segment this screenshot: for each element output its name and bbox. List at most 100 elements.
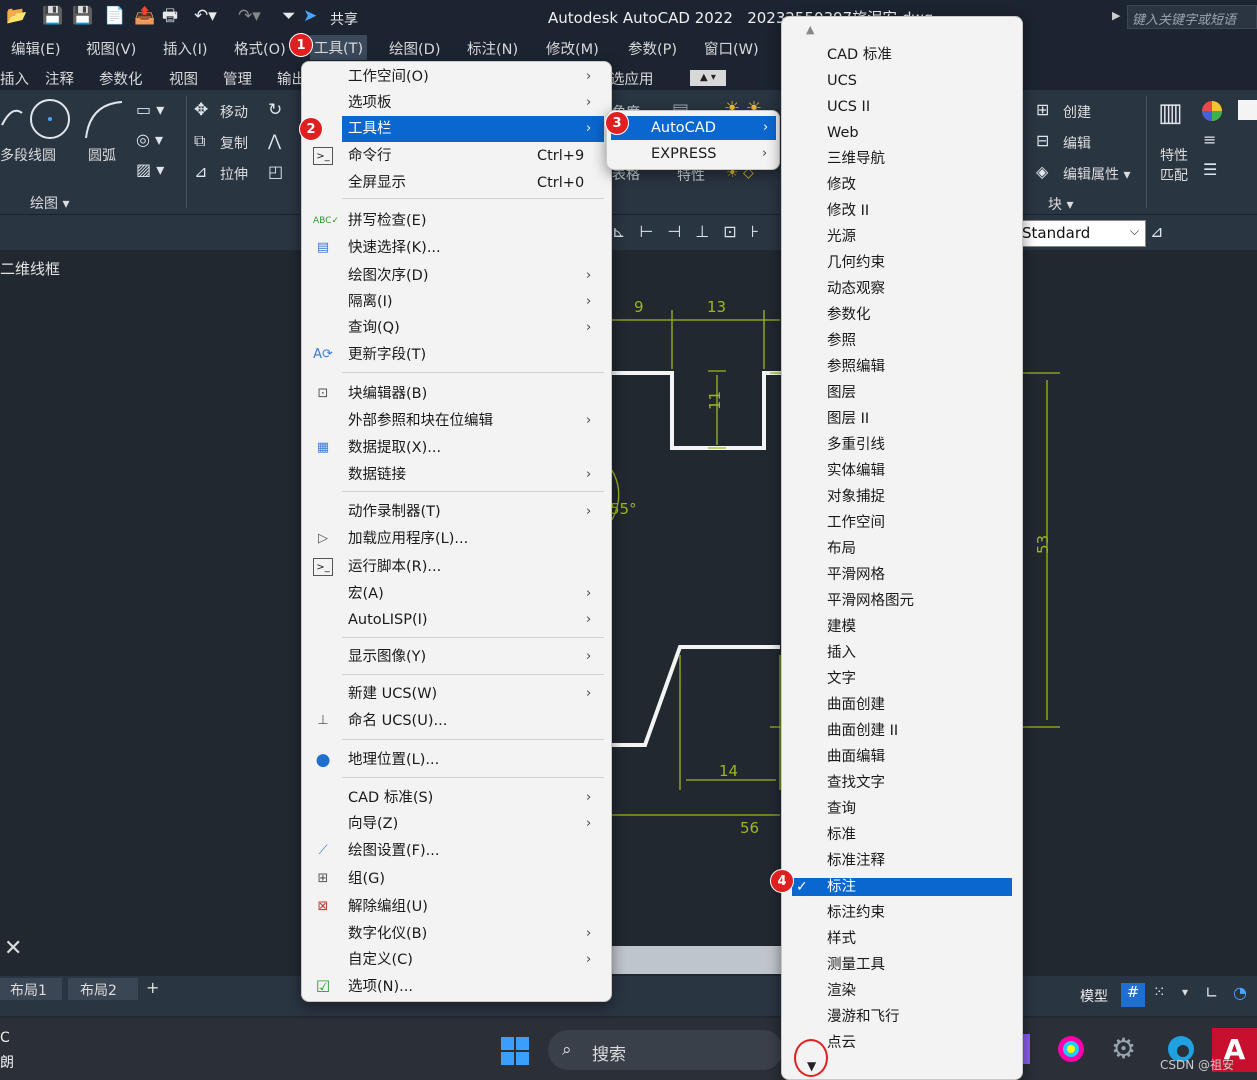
menu-item-isolate[interactable]: 隔离(I) › [302, 289, 611, 315]
menu-item-xref-edit[interactable]: 外部参照和块在位编辑 › [302, 408, 611, 434]
toolbar-item[interactable]: UCS [782, 68, 1022, 94]
tab-featured-apps[interactable]: 选应用 [610, 68, 654, 89]
menu-item-customize[interactable]: 自定义(C) › [302, 947, 611, 973]
color-wheel-icon[interactable] [1201, 100, 1223, 122]
toolbar-item[interactable]: 插入 [782, 640, 1022, 666]
undo-icon[interactable]: ↶▾ [194, 5, 217, 27]
submenu-item-express[interactable]: EXPRESS › [607, 141, 779, 167]
toolbar-item[interactable]: 参照 [782, 328, 1022, 354]
edit-attributes-icon[interactable]: ◈ [1036, 162, 1048, 181]
taskbar-search-label[interactable]: 搜索 [592, 1040, 626, 1065]
grid-icon[interactable]: # [1121, 983, 1145, 1007]
snap-icon[interactable]: ⁙ [1153, 983, 1166, 1001]
rectangle-icon[interactable]: ▭ ▾ [136, 100, 164, 119]
dimension-style-select[interactable]: Standard ⌵ [1016, 220, 1146, 247]
toolbar-item[interactable]: 图层 [782, 380, 1022, 406]
create-block-label[interactable]: 创建 [1063, 102, 1091, 122]
ribbon-minimize-icon[interactable]: ▲ ▾ [690, 70, 726, 86]
menu-item-drafting-settings[interactable]: ⟋ 绘图设置(F)... [302, 838, 611, 864]
toolbar-item[interactable]: 多重引线 [782, 432, 1022, 458]
edit-block-icon[interactable]: ⊟ [1036, 131, 1049, 150]
menu-item-quick-select[interactable]: ▤ 快速选择(K)... [302, 235, 611, 261]
toolbar-item[interactable]: Web [782, 120, 1022, 146]
menu-item-data-links[interactable]: 数据链接 › [302, 462, 611, 488]
menu-item-ungroup[interactable]: ⊠ 解除编组(U) [302, 894, 611, 920]
stretch-label[interactable]: 拉伸 [220, 164, 248, 184]
toolbar-item[interactable]: 平滑网格图元 [782, 588, 1022, 614]
toolbar-item[interactable]: 三维导航 [782, 146, 1022, 172]
toolbar-item[interactable]: 图层 II [782, 406, 1022, 432]
ellipse-icon[interactable]: ◎ ▾ [136, 130, 163, 149]
toolbar-item[interactable]: 渲染 [782, 978, 1022, 1004]
export-icon[interactable]: 📤 [134, 5, 155, 27]
model-space-label[interactable]: 模型 [1080, 986, 1108, 1006]
polyline-label[interactable]: 多段线 [0, 145, 42, 165]
rotate-icon[interactable]: ↻ [268, 100, 282, 120]
toolbar-item[interactable]: 平滑网格 [782, 562, 1022, 588]
hatch-icon[interactable]: ▨ ▾ [136, 160, 164, 179]
redo-icon[interactable]: ↷▾ [238, 5, 261, 27]
menu-insert[interactable]: 插入(I) [163, 38, 208, 59]
tab-layout2[interactable]: 布局2 [68, 978, 138, 1000]
menu-item-block-editor[interactable]: ⊡ 块编辑器(B) [302, 381, 611, 407]
taskbar-search[interactable] [548, 1030, 783, 1070]
toolbar-item[interactable]: ✓ 标注 [792, 878, 1012, 896]
snap-dropdown-icon[interactable]: ▾ [1182, 985, 1188, 999]
search-input[interactable]: 键入关键字或短语 [1127, 5, 1257, 29]
color-swatch[interactable] [1238, 100, 1257, 120]
menu-window[interactable]: 窗口(W) [704, 38, 759, 59]
tab-view[interactable]: 视图 [169, 68, 198, 89]
edit-block-label[interactable]: 编辑 [1063, 133, 1091, 153]
move-icon[interactable]: ✥ [194, 100, 208, 120]
copy-label[interactable]: 复制 [220, 133, 248, 153]
menu-item-fullscreen[interactable]: 全屏显示 Ctrl+0 [302, 170, 611, 196]
toolbar-item[interactable]: 修改 [782, 172, 1022, 198]
ortho-icon[interactable]: ∟ [1205, 983, 1218, 1002]
menu-modify[interactable]: 修改(M) [546, 38, 599, 59]
dimension-style-icon[interactable]: ⊿ [1150, 222, 1163, 241]
tab-layout1[interactable]: 布局1 [0, 978, 62, 1000]
polar-icon[interactable]: ◔ [1233, 983, 1247, 1002]
tab-annotate[interactable]: 注释 [45, 68, 74, 89]
arc-label[interactable]: 圆弧 [88, 145, 116, 165]
print-icon[interactable]: 🖶 [162, 5, 178, 27]
menu-view[interactable]: 视图(V) [86, 38, 136, 59]
toolbar-item[interactable]: 标准 [782, 822, 1022, 848]
match-properties-label2[interactable]: 匹配 [1160, 165, 1188, 185]
menu-draw[interactable]: 绘图(D) [389, 38, 440, 59]
menu-item-load-application[interactable]: ▷ 加载应用程序(L)... [302, 526, 611, 552]
toolbar-item[interactable]: 工作空间 [782, 510, 1022, 536]
menu-item-spell-check[interactable]: ABC✓ 拼写检查(E) [302, 208, 611, 234]
block-panel-label[interactable]: 块 ▾ [1048, 194, 1073, 214]
match-properties-label[interactable]: 特性 [1160, 145, 1188, 165]
toolbar-item[interactable]: 曲面创建 [782, 692, 1022, 718]
toolbar-item[interactable]: 曲面编辑 [782, 744, 1022, 770]
share-label[interactable]: 共享 [330, 9, 358, 29]
menu-item-wizards[interactable]: 向导(Z) › [302, 811, 611, 837]
circle-label[interactable]: 圆 [42, 145, 56, 165]
menu-dimension[interactable]: 标注(N) [467, 38, 518, 59]
menu-item-action-recorder[interactable]: 动作录制器(T) › [302, 499, 611, 525]
toolbar-item[interactable]: 布局 [782, 536, 1022, 562]
move-label[interactable]: 移动 [220, 102, 248, 122]
toolbar-item[interactable]: 文字 [782, 666, 1022, 692]
toolbar-item[interactable]: 建模 [782, 614, 1022, 640]
linetype-icon[interactable]: ☰ [1203, 160, 1217, 179]
circle-icon[interactable] [29, 98, 73, 142]
menu-item-geographic-location[interactable]: ● 地理位置(L)... [302, 747, 611, 773]
menu-item-palettes[interactable]: 选项板 › [302, 90, 611, 116]
menu-parametric[interactable]: 参数(P) [628, 38, 677, 59]
toolbar-item[interactable]: CAD 标准 [782, 42, 1022, 68]
weather-temp[interactable]: C [0, 1030, 10, 1046]
photos-app-icon[interactable] [1056, 1034, 1086, 1064]
scroll-down-icon[interactable]: ▼ [807, 1059, 816, 1073]
publish-icon[interactable]: 📄 [104, 5, 125, 27]
menu-item-workspaces[interactable]: 工作空间(O) › [302, 64, 611, 90]
toolbar-item[interactable]: 实体编辑 [782, 458, 1022, 484]
toolbar-item[interactable]: 标准注释 [782, 848, 1022, 874]
save-icon[interactable]: 💾 [42, 5, 63, 27]
match-properties-icon[interactable]: ▥ [1158, 98, 1183, 128]
toolbar-item[interactable]: 查找文字 [782, 770, 1022, 796]
stretch-icon[interactable]: ⊿ [194, 162, 207, 181]
tab-parametric[interactable]: 参数化 [99, 68, 143, 89]
